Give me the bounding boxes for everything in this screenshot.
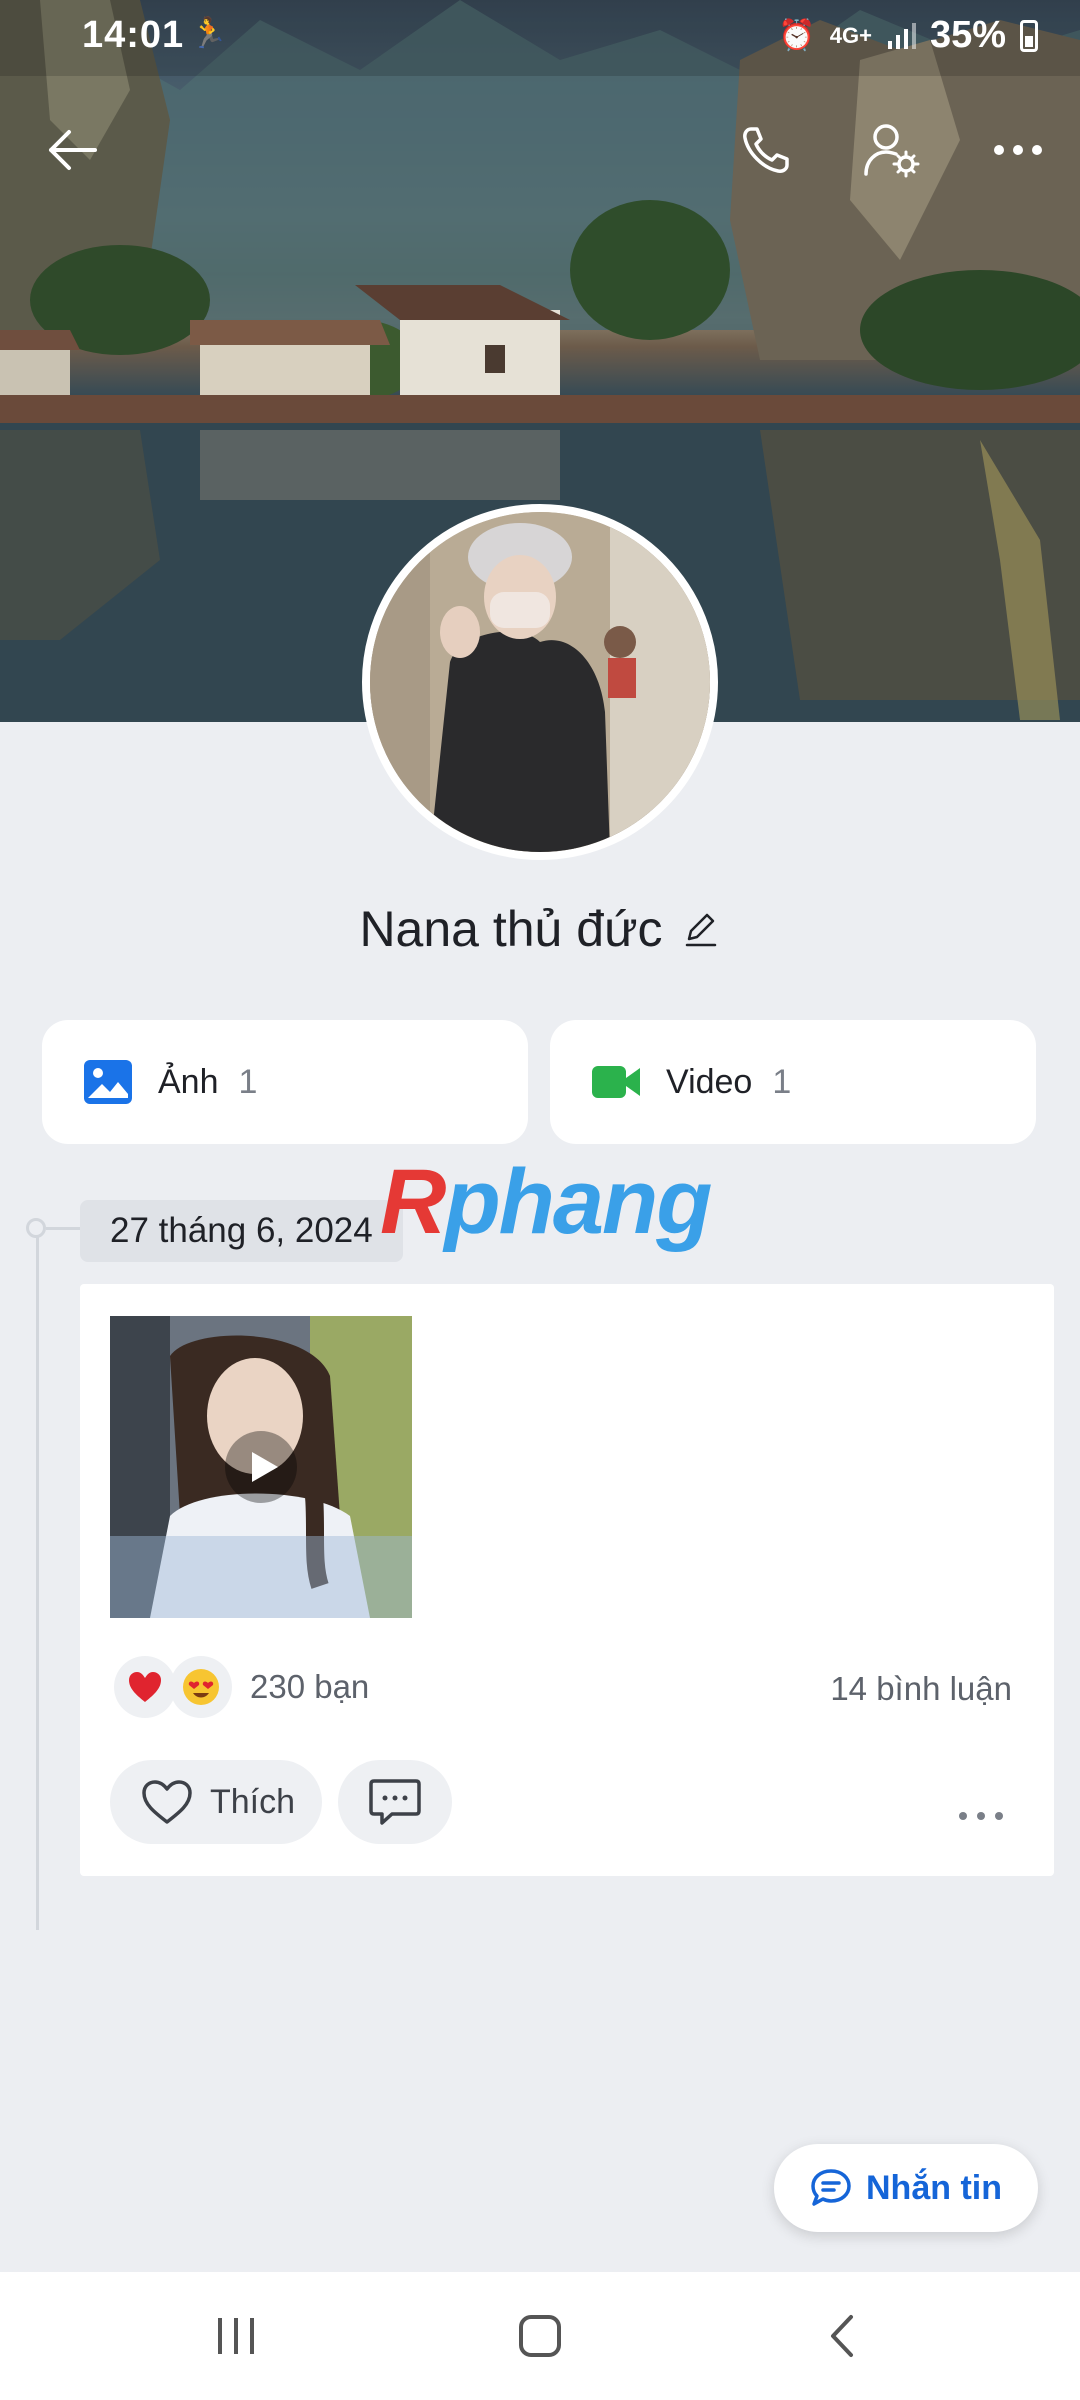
like-button[interactable]: Thích: [110, 1760, 322, 1844]
battery-icon: [1020, 19, 1038, 52]
status-right: ⏰ 4G+ 35%: [778, 14, 1038, 57]
timeline-post: 230 bạn 14 bình luận Thích: [80, 1284, 1054, 1876]
more-options-button[interactable]: [978, 110, 1058, 190]
status-time: 14:01: [82, 14, 185, 56]
alarm-icon: ⏰: [778, 19, 816, 52]
photos-card[interactable]: Ảnh 1: [42, 1020, 528, 1144]
call-button[interactable]: [726, 110, 806, 190]
reactions-count: 230 bạn: [250, 1668, 370, 1705]
network-type: 4G+: [829, 22, 872, 48]
battery-percent: 35%: [929, 14, 1006, 56]
avatar-photo: [370, 512, 710, 852]
videos-count: 1: [772, 1062, 792, 1101]
reactions-summary[interactable]: 230 bạn: [114, 1656, 369, 1718]
more-horizontal-icon: [994, 145, 1042, 155]
recent-apps-button[interactable]: [206, 2306, 266, 2366]
edit-name-icon[interactable]: [681, 909, 721, 949]
comments-count[interactable]: 14 bình luận: [830, 1670, 1012, 1708]
photos-count: 1: [238, 1062, 258, 1101]
heart-outline-icon: [142, 1780, 192, 1824]
heart-eyes-reaction-icon: [170, 1656, 232, 1718]
videos-label: Video: [666, 1062, 753, 1101]
chat-bubble-icon: [811, 2169, 851, 2206]
comment-icon: [369, 1779, 421, 1825]
date-label: 27 tháng 6, 2024: [80, 1200, 403, 1262]
profile-name: Nana thủ đức: [359, 901, 663, 957]
play-icon[interactable]: [225, 1431, 297, 1503]
photos-label: Ảnh: [158, 1062, 219, 1101]
profile-settings-button[interactable]: [852, 110, 932, 190]
user-settings-icon: [864, 124, 920, 178]
more-horizontal-icon: [959, 1812, 1003, 1820]
video-thumbnail[interactable]: [110, 1316, 412, 1618]
system-nav-bar: [0, 2272, 1080, 2400]
recent-apps-icon: [218, 2318, 254, 2354]
post-more-options[interactable]: [958, 1786, 1004, 1831]
video-camera-icon: [592, 1066, 640, 1098]
home-button[interactable]: [510, 2306, 570, 2366]
signal-icon: [887, 22, 916, 49]
photo-icon: [84, 1060, 132, 1104]
timeline-dot: [26, 1218, 46, 1238]
send-message-label: Nhắn tin: [866, 2168, 1002, 2207]
timeline-line: [36, 1224, 39, 1930]
videos-card[interactable]: Video 1: [550, 1020, 1036, 1144]
back-button[interactable]: [32, 110, 112, 190]
arrow-left-icon: [49, 130, 97, 170]
comment-button[interactable]: [338, 1760, 452, 1844]
heart-reaction-icon: [114, 1656, 176, 1718]
profile-name-row: Nana thủ đức: [0, 900, 1080, 958]
avatar[interactable]: [362, 504, 718, 860]
system-back-button[interactable]: [812, 2306, 872, 2366]
status-bar: 14:01 🏃 ⏰ 4G+ 35%: [0, 0, 1080, 76]
watermark-logo: Rphang: [380, 1151, 712, 1253]
phone-icon: [743, 127, 789, 173]
like-label: Thích: [210, 1782, 296, 1821]
chevron-left-icon: [831, 2315, 853, 2357]
activity-icon: 🏃: [190, 17, 228, 50]
home-icon: [519, 2315, 561, 2357]
send-message-button[interactable]: Nhắn tin: [774, 2144, 1038, 2232]
timeline-connector: [46, 1227, 80, 1230]
